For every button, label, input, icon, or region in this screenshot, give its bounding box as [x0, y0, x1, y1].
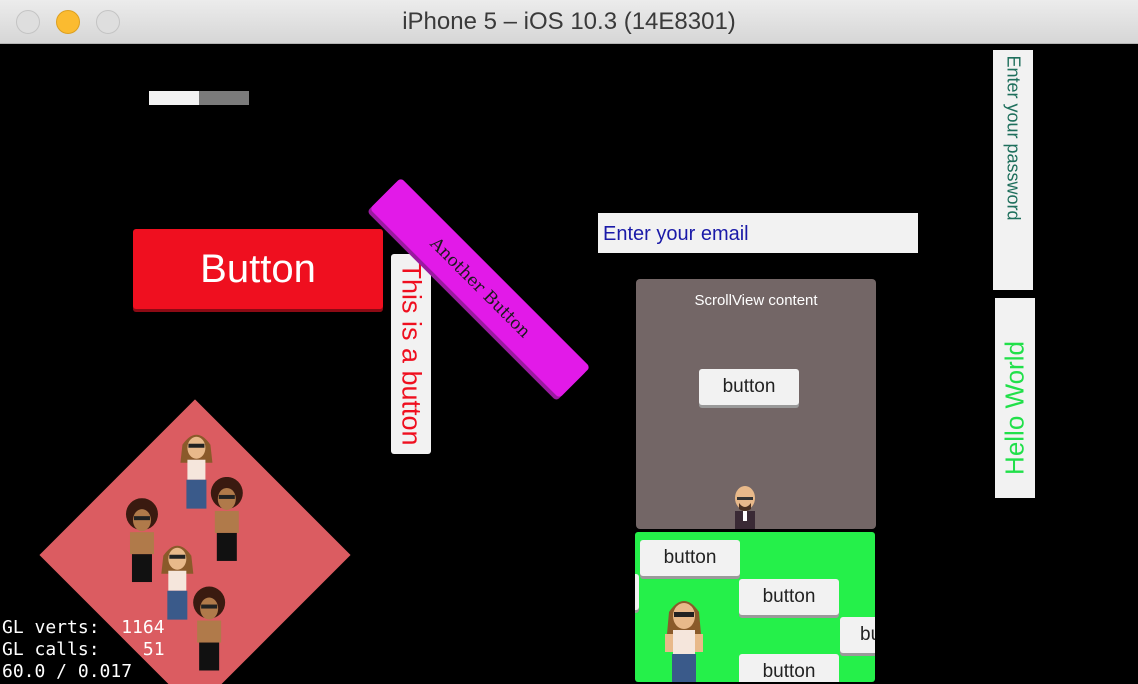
scrollview-button-label: button: [722, 376, 776, 397]
green-button-3-label: bu: [860, 624, 875, 645]
window-title: iPhone 5 – iOS 10.3 (14E8301): [402, 8, 736, 35]
green-panel[interactable]: button button bu button: [635, 532, 875, 682]
hello-world-label-box: Hello World: [995, 298, 1035, 498]
fps: 60.0 / 0.017: [2, 661, 133, 682]
scrollview-button[interactable]: button: [699, 369, 799, 405]
main-button-label: Button: [200, 246, 316, 291]
scrollview-content-label: ScrollView content: [694, 292, 818, 309]
vertical-button-label: This is a button: [396, 262, 427, 446]
bitmoji-afro-man-figure-icon: [210, 476, 243, 561]
green-button-4[interactable]: button: [739, 654, 839, 682]
bitmoji-woman-figure-icon: [665, 601, 703, 682]
gl-verts: GL verts: 1164: [2, 617, 165, 638]
email-placeholder: Enter your email: [603, 223, 749, 245]
simulator-screen: Button This is a button Another Button E…: [0, 44, 1138, 684]
green-button-4-label: button: [762, 661, 816, 682]
green-button-2-label: button: [762, 586, 816, 607]
another-button-label: Another Button: [425, 233, 535, 343]
bitmoji-afro-man-figure-icon: [193, 586, 226, 671]
password-field[interactable]: Enter your password: [993, 50, 1033, 290]
vertical-button[interactable]: This is a button: [391, 254, 431, 454]
hello-world-label: Hello World: [999, 341, 1030, 475]
email-field[interactable]: Enter your email: [598, 213, 918, 253]
green-button-3[interactable]: bu: [840, 617, 875, 653]
bitmoji-afro-man-figure-icon: [125, 498, 158, 583]
password-placeholder: Enter your password: [1003, 55, 1024, 221]
main-button[interactable]: Button: [133, 229, 383, 309]
green-button-partial[interactable]: [635, 574, 639, 610]
window-titlebar: iPhone 5 – iOS 10.3 (14E8301): [0, 0, 1138, 44]
bitmoji-bald-man-figure-icon: [735, 486, 755, 529]
green-button-1[interactable]: button: [640, 540, 740, 576]
slider-fill: [149, 91, 199, 105]
green-button-2[interactable]: button: [739, 579, 839, 615]
gl-calls: GL calls: 51: [2, 639, 165, 660]
green-button-1-label: button: [663, 547, 717, 568]
gl-stats: GL verts: 1164 GL calls: 51 60.0 / 0.017: [2, 617, 165, 683]
slider[interactable]: [149, 91, 249, 105]
scroll-view[interactable]: ScrollView content button: [636, 279, 876, 529]
